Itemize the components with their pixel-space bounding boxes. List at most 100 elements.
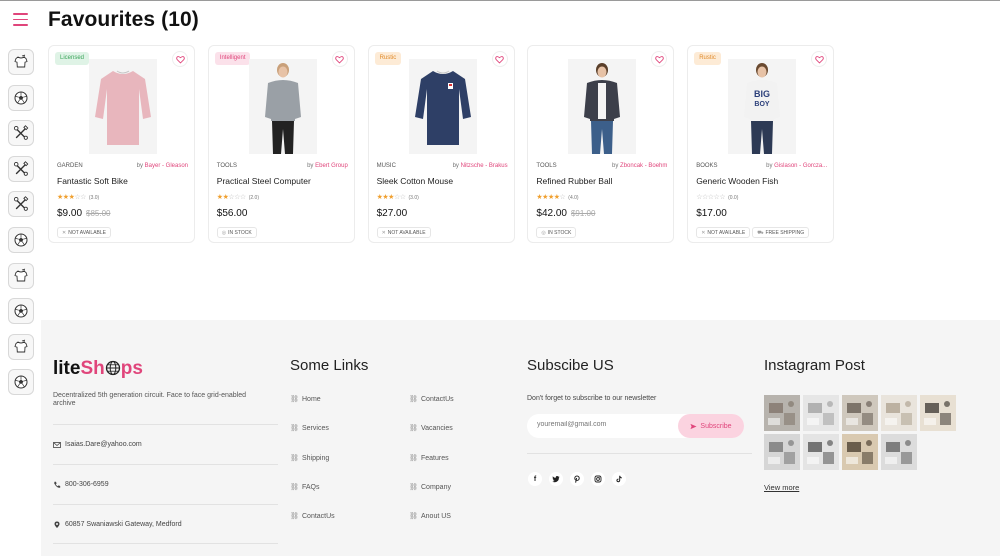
favourite-heart-icon[interactable]	[491, 51, 508, 67]
subscribe-text: Don't forget to subscribe to our newslet…	[527, 395, 657, 402]
footer-link[interactable]: ⛓ Home	[290, 395, 321, 403]
link-icon: ⛓	[409, 396, 418, 403]
product-name[interactable]: Refined Rubber Ball	[536, 176, 612, 186]
sidebar-category-button[interactable]	[8, 120, 34, 147]
link-icon: ⛓	[290, 396, 299, 403]
product-image[interactable]	[89, 59, 157, 154]
product-price: $17.00	[696, 208, 727, 219]
footer-link[interactable]: ⛓ FAQs	[290, 483, 320, 491]
instagram-post-image[interactable]	[764, 434, 800, 470]
stock-status-badge: ✕ NOT AVAILABLE	[696, 227, 751, 238]
t-shirt-icon	[13, 339, 29, 355]
product-vendor[interactable]: by Gislason - Gorcza...	[766, 163, 827, 169]
email-field[interactable]	[537, 421, 667, 428]
product-image[interactable]	[568, 59, 637, 154]
instagram-icon[interactable]	[591, 472, 605, 486]
facebook-icon[interactable]: f	[528, 472, 542, 486]
product-card[interactable]: Intelligent TOOLS by Ebert Group Practical …	[207, 45, 355, 243]
footer-link[interactable]: ⛓ Vacancies	[409, 424, 453, 432]
sidebar-category-button[interactable]	[8, 298, 34, 325]
stock-status-badge: ◎ IN STOCK	[216, 227, 257, 238]
footer-link[interactable]: ⛓ ContactUs	[409, 395, 454, 403]
product-category[interactable]: TOOLS	[536, 163, 556, 169]
footer-link[interactable]: ⛓ Services	[290, 424, 329, 432]
contact-phone[interactable]: 800-306-6959	[53, 464, 278, 504]
instagram-post-image[interactable]	[842, 395, 878, 431]
product-vendor[interactable]: by Ebert Group	[307, 163, 348, 169]
pinterest-icon[interactable]	[570, 472, 584, 486]
footer-link[interactable]: ⛓ ContactUs	[290, 512, 335, 520]
product-name[interactable]: Practical Steel Computer	[217, 176, 311, 186]
instagram-post-image[interactable]	[920, 395, 956, 431]
view-more-link[interactable]: View more	[764, 483, 799, 492]
check-icon: ◎	[221, 230, 227, 236]
star-rating: ☆☆☆☆☆ (0.0)	[696, 194, 739, 201]
instagram-post-image[interactable]	[842, 434, 878, 470]
product-vendor[interactable]: by Bayer - Gleason	[137, 163, 188, 169]
product-price: $9.00 $85.00	[57, 208, 111, 219]
footer-link[interactable]: ⛓ Features	[409, 454, 449, 462]
instagram-post-image[interactable]	[764, 395, 800, 431]
product-category[interactable]: TOOLS	[217, 163, 237, 169]
truck-icon: ⛟	[757, 230, 764, 236]
product-name[interactable]: Sleek Cotton Mouse	[377, 176, 454, 186]
footer-link[interactable]: ⛓ Anout US	[409, 512, 451, 520]
product-name[interactable]: Generic Wooden Fish	[696, 176, 778, 186]
x-icon: ✕	[701, 230, 706, 236]
instagram-heading: Instagram Post	[764, 357, 865, 374]
site-logo[interactable]: liteSh ps	[53, 358, 143, 380]
soccer-ball-icon	[13, 374, 29, 390]
footer-link[interactable]: ⛓ Company	[409, 483, 451, 491]
link-icon: ⛓	[409, 454, 418, 462]
instagram-post-image[interactable]	[803, 395, 839, 431]
sidebar-category-button[interactable]	[8, 369, 34, 396]
favourite-heart-icon[interactable]	[331, 51, 348, 67]
x-icon: ✕	[381, 230, 386, 236]
stock-status-badge: ◎ IN STOCK	[536, 227, 577, 238]
favourite-heart-icon[interactable]	[811, 51, 828, 67]
product-vendor[interactable]: by Zboncak - Boehm	[612, 163, 667, 169]
product-card[interactable]: Rustic MUSIC by Nitzsche - Brakus Sleek Cot…	[367, 45, 515, 243]
globe-icon	[105, 360, 120, 376]
subscribe-button[interactable]: Subscribe	[678, 414, 744, 438]
product-image[interactable]	[408, 59, 477, 154]
product-vendor[interactable]: by Nitzsche - Brakus	[453, 163, 508, 169]
favourite-heart-icon[interactable]	[651, 51, 668, 67]
location-icon	[54, 521, 60, 528]
twitter-icon[interactable]	[549, 472, 563, 486]
soccer-ball-icon	[13, 303, 29, 319]
contact-email[interactable]: Isaias.Dare@yahoo.com	[53, 424, 278, 464]
product-card[interactable]: TOOLS by Zboncak - Boehm Refined Rubber Ba…	[527, 45, 675, 243]
product-badge: Licensed	[55, 52, 90, 65]
footer-link[interactable]: ⛓ Shipping	[290, 454, 329, 462]
product-category[interactable]: MUSIC	[377, 163, 396, 169]
stock-status-badge: ✕ NOT AVAILABLE	[376, 227, 431, 238]
sidebar-category-button[interactable]	[8, 333, 34, 360]
product-card[interactable]: Licensed GARDEN by Bayer - Gleason Fantasti…	[48, 45, 195, 243]
product-image[interactable]	[248, 59, 317, 154]
tiktok-icon[interactable]	[612, 472, 626, 486]
menu-icon[interactable]	[13, 13, 28, 26]
instagram-post-image[interactable]	[881, 395, 917, 431]
link-icon: ⛓	[409, 513, 418, 521]
t-shirt-icon	[13, 54, 29, 70]
sidebar-category-button[interactable]	[8, 191, 34, 218]
favourite-heart-icon[interactable]	[172, 51, 188, 67]
sidebar-category-button[interactable]	[8, 49, 34, 75]
product-card[interactable]: Rustic BIG BOY BOOKS by Gislason - Gorcza...…	[687, 45, 835, 243]
contact-address[interactable]: 60857 Swaniawski Gateway, Medford	[53, 504, 278, 544]
product-name[interactable]: Fantastic Soft Bike	[57, 176, 128, 186]
product-category[interactable]: GARDEN	[57, 163, 83, 169]
sidebar-category-button[interactable]	[8, 227, 34, 253]
instagram-post-image[interactable]	[881, 434, 917, 470]
instagram-post-image[interactable]	[803, 434, 839, 470]
sidebar-category-button[interactable]	[8, 84, 34, 111]
link-icon: ⛓	[290, 454, 299, 462]
send-icon	[690, 423, 697, 429]
sidebar-category-button[interactable]	[8, 262, 34, 289]
sidebar-category-button[interactable]	[8, 155, 34, 182]
product-image[interactable]: BIG BOY	[728, 59, 797, 154]
subscribe-heading: Subscibe US	[527, 357, 614, 374]
product-price: $56.00	[216, 208, 248, 219]
product-category[interactable]: BOOKS	[696, 163, 717, 169]
